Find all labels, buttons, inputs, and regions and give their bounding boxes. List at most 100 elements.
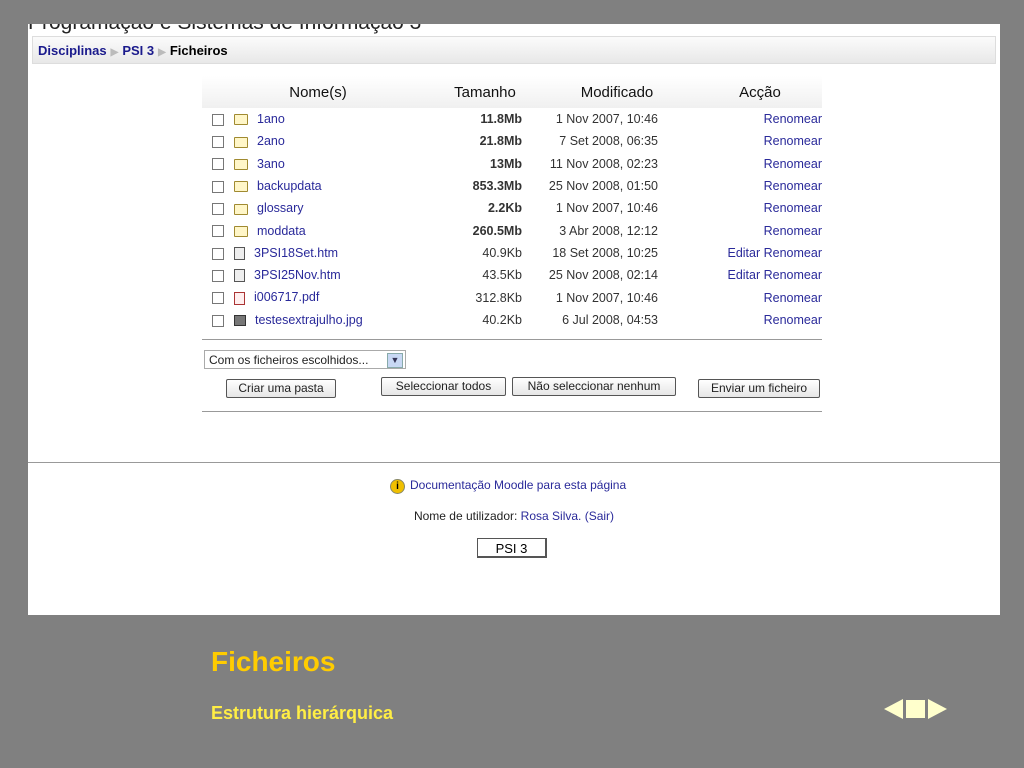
file-checkbox[interactable]: [212, 247, 224, 260]
moodle-docs-link[interactable]: i Documentação Moodle para esta página: [390, 478, 626, 494]
table-row: 3PSI25Nov.htm 43.5Kb 25 Nov 2008, 02:14 …: [202, 264, 822, 286]
actions-cell: Renomear: [698, 309, 822, 331]
action-renomear-link[interactable]: Renomear: [764, 313, 822, 327]
size-cell: 2.2Kb: [487, 201, 522, 216]
name-cell: glossary: [202, 197, 434, 219]
file-link[interactable]: 1ano: [257, 112, 285, 126]
slide-subtitle: Estrutura hierárquica: [211, 703, 394, 723]
size-cell: 43.5Kb: [482, 268, 522, 283]
file-link[interactable]: i006717.pdf: [254, 290, 319, 304]
table-row: 3PSI18Set.htm 40.9Kb 18 Set 2008, 10:25 …: [202, 242, 822, 264]
action-editar-link[interactable]: Editar: [727, 246, 760, 260]
modified-cell: 11 Nov 2008, 02:23: [549, 156, 658, 171]
folder-icon: [234, 114, 248, 126]
table-row: moddata 260.5Mb 3 Abr 2008, 12:12 Renome…: [202, 219, 822, 241]
size-cell: 11.8Mb: [480, 112, 522, 127]
folder-icon: [234, 158, 248, 170]
file-checkbox[interactable]: [212, 269, 224, 282]
modified-cell: 18 Set 2008, 10:25: [552, 245, 658, 260]
file-checkbox[interactable]: [212, 158, 224, 171]
slide-title: Ficheiros: [211, 646, 336, 677]
name-cell: moddata: [202, 219, 434, 241]
action-editar-link[interactable]: Editar: [727, 268, 760, 282]
file-link[interactable]: testesextrajulho.jpg: [255, 313, 363, 327]
action-renomear-link[interactable]: Renomear: [764, 224, 822, 238]
modified-cell: 7 Set 2008, 06:35: [559, 134, 658, 149]
file-link[interactable]: moddata: [257, 224, 306, 238]
file-link[interactable]: backupdata: [257, 179, 322, 193]
previous-slide-icon[interactable]: [884, 699, 903, 719]
browser-page: Programação e Sistemas de Informação 3 D…: [28, 24, 1000, 615]
action-renomear-link[interactable]: Renomear: [764, 246, 822, 260]
name-cell: 3ano: [202, 153, 434, 175]
breadcrumb-current: Ficheiros: [169, 43, 228, 58]
table-row: 1ano 11.8Mb 1 Nov 2007, 10:46 Renomear: [202, 108, 822, 130]
action-renomear-link[interactable]: Renomear: [764, 179, 822, 193]
file-link[interactable]: glossary: [257, 201, 304, 215]
name-cell: 2ano: [202, 130, 434, 152]
actions-cell: Editar Renomear: [698, 242, 822, 264]
modified-cell: 1 Nov 2007, 10:46: [555, 201, 658, 216]
col-modified[interactable]: Modificado: [536, 76, 698, 108]
file-checkbox[interactable]: [212, 292, 224, 305]
file-link[interactable]: 3PSI25Nov.htm: [254, 268, 341, 282]
next-slide-icon[interactable]: [928, 699, 947, 719]
course-home-button[interactable]: PSI 3: [477, 538, 547, 558]
action-renomear-link[interactable]: Renomear: [764, 112, 822, 126]
action-renomear-link[interactable]: Renomear: [764, 134, 822, 148]
file-checkbox[interactable]: [212, 180, 224, 193]
chevron-down-icon[interactable]: ▼: [387, 353, 403, 368]
actions-cell: Renomear: [698, 219, 822, 241]
breadcrumb-separator-icon: ▶: [158, 47, 166, 58]
actions-cell: Renomear: [698, 130, 822, 152]
name-cell: i006717.pdf: [202, 286, 434, 308]
table-row: backupdata 853.3Mb 25 Nov 2008, 01:50 Re…: [202, 175, 822, 197]
size-cell: 13Mb: [490, 156, 522, 171]
logout-link[interactable]: (Sair): [585, 509, 614, 523]
size-cell: 853.3Mb: [472, 179, 522, 194]
name-cell: backupdata: [202, 175, 434, 197]
pdf-file-icon: [234, 291, 245, 305]
upload-file-button[interactable]: Enviar um ficheiro: [698, 379, 820, 398]
file-checkbox[interactable]: [212, 203, 224, 216]
file-link[interactable]: 3ano: [257, 157, 285, 171]
breadcrumb-separator-icon: ▶: [110, 47, 119, 58]
create-folder-button[interactable]: Criar uma pasta: [226, 379, 336, 398]
size-cell: 40.2Kb: [482, 312, 522, 327]
modified-cell: 1 Nov 2007, 10:46: [555, 112, 658, 127]
slide-navigation: [884, 699, 947, 719]
action-renomear-link[interactable]: Renomear: [764, 291, 822, 305]
modified-cell: 25 Nov 2008, 02:14: [548, 268, 658, 283]
table-row: glossary 2.2Kb 1 Nov 2007, 10:46 Renomea…: [202, 197, 822, 219]
breadcrumb-disciplinas[interactable]: Disciplinas: [38, 43, 107, 58]
name-cell: testesextrajulho.jpg: [202, 309, 434, 331]
breadcrumb-psi3[interactable]: PSI 3: [122, 43, 154, 58]
login-info: Nome de utilizador: Rosa Silva. (Sair): [28, 509, 1000, 523]
folder-icon: [234, 181, 248, 193]
file-checkbox[interactable]: [212, 314, 224, 327]
action-renomear-link[interactable]: Renomear: [764, 157, 822, 171]
file-checkbox[interactable]: [212, 113, 224, 126]
select-all-button[interactable]: Seleccionar todos: [381, 377, 506, 396]
action-renomear-link[interactable]: Renomear: [764, 268, 822, 282]
modified-cell: 1 Nov 2007, 10:46: [555, 290, 658, 305]
user-profile-link[interactable]: Rosa Silva.: [521, 509, 582, 523]
name-cell: 3PSI18Set.htm: [202, 242, 434, 264]
table-row: testesextrajulho.jpg 40.2Kb 6 Jul 2008, …: [202, 309, 822, 331]
file-checkbox[interactable]: [212, 225, 224, 238]
file-checkbox[interactable]: [212, 136, 224, 149]
stop-icon[interactable]: [906, 700, 925, 718]
modified-cell: 25 Nov 2008, 01:50: [548, 179, 658, 194]
actions-cell: Editar Renomear: [698, 264, 822, 286]
action-renomear-link[interactable]: Renomear: [764, 201, 822, 215]
file-link[interactable]: 3PSI18Set.htm: [254, 246, 338, 260]
select-none-button[interactable]: Não seleccionar nenhum: [512, 377, 676, 396]
image-file-icon: [234, 315, 246, 327]
selected-files-action-select[interactable]: Com os ficheiros escolhidos... ▼: [204, 350, 406, 369]
col-name[interactable]: Nome(s): [202, 76, 434, 108]
col-size[interactable]: Tamanho: [434, 76, 536, 108]
moodle-docs-link-text[interactable]: Documentação Moodle para esta página: [410, 478, 626, 492]
select-value: Com os ficheiros escolhidos...: [209, 353, 369, 367]
footer-divider: [28, 462, 1000, 463]
file-link[interactable]: 2ano: [257, 134, 285, 148]
